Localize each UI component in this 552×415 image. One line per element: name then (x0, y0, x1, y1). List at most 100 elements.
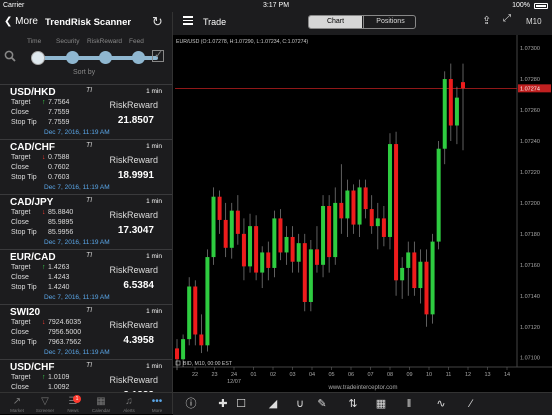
stop-value: 7963.7562 (48, 339, 82, 346)
close-label: Close (11, 384, 29, 391)
candle-body (351, 190, 356, 225)
tab-badge: 1 (73, 395, 81, 403)
chart-feed-label: BID, M10, 00:00 EST (183, 361, 233, 367)
x-tick-label: 04 (309, 372, 315, 378)
target-label: Target (11, 264, 31, 271)
signal-date: Dec 7, 2016, 11:19 AM (44, 239, 110, 246)
candle-body (369, 209, 374, 227)
y-tick-label: 1.07260 (520, 108, 540, 114)
chart-ohlc-header: EUR/USD (O:1.07278, H:1.07290, L:1.07234… (176, 39, 308, 45)
feed-checkbox-icon[interactable] (175, 360, 181, 366)
chart-toolbar: ⓘ ✚ ☐ ◢ ∪ ✎ ⇅ ▦ ‖ ∿ ∕ (173, 392, 552, 415)
price-chart[interactable]: 1.07300 1.07280 1.07260 1.07240 1.07220 1.072… (173, 35, 552, 392)
y-tick-label: 1.07160 (520, 263, 540, 269)
expand-icon[interactable]: ⤢ (503, 13, 511, 24)
period-selector[interactable]: M10 (526, 17, 542, 26)
grid-icon[interactable]: ▦ (373, 396, 389, 412)
crop-icon[interactable]: ☐ (233, 396, 249, 412)
tab-label: More (151, 408, 163, 413)
candle-body (272, 218, 277, 268)
signal-item[interactable]: USD/HKD TI 1 min Target ↑ 7.7564 Close 7.7559 St… (0, 84, 172, 139)
signal-date: Dec 7, 2016, 11:19 AM (44, 129, 110, 136)
y-tick-label: 1.07140 (520, 294, 540, 300)
candle-body (375, 218, 380, 227)
refresh-icon[interactable]: ↻ (152, 14, 163, 30)
candle-body (333, 202, 338, 258)
signal-timeframe: 1 min (146, 143, 162, 150)
signal-item[interactable]: CAD/JPY TI 1 min Target ↓ 85.8840 Close 85.9895… (0, 194, 172, 249)
x-tick-label: 05 (328, 372, 334, 378)
columns-icon[interactable]: ‖ (401, 396, 417, 412)
x-tick-label: 06 (348, 372, 354, 378)
stop-label: Stop Tip (11, 119, 37, 126)
x-tick-label: 01 (250, 372, 256, 378)
sort-icon[interactable]: ⇅ (345, 396, 361, 412)
pencil-icon[interactable]: ✎ (314, 396, 330, 412)
stop-value: 85.9956 (48, 229, 74, 236)
tab-calendar[interactable]: ▦ Calendar (87, 395, 115, 414)
chart-icon: ↗ (12, 396, 22, 407)
tab-market[interactable]: ↗ Market (3, 395, 31, 414)
sort-knob-riskreward[interactable] (99, 51, 112, 64)
watermark: www.tradeinterceptor.com (327, 385, 397, 391)
y-tick-label: 1.07120 (520, 325, 540, 331)
calendar-icon: ▦ (96, 396, 106, 407)
signal-timeframe: 1 min (146, 363, 162, 370)
x-tick-label: 07 (367, 372, 373, 378)
sort-option-riskreward[interactable]: RiskReward (87, 38, 122, 45)
segment-chart[interactable]: Chart (309, 16, 362, 28)
signal-date: Dec 7, 2016, 11:19 AM (44, 184, 110, 191)
candle-body (314, 249, 319, 265)
x-tick-label: 14 (504, 372, 510, 378)
candle-body (394, 144, 399, 281)
candle-body (229, 210, 234, 248)
back-button[interactable]: ❮ More (4, 16, 38, 27)
candlestick-chart[interactable]: 1.07300 1.07280 1.07260 1.07240 1.07220 1.072… (173, 35, 552, 392)
tab-label: Screener (35, 408, 55, 413)
menu-icon[interactable] (183, 16, 193, 25)
sort-knob-feed[interactable] (132, 51, 145, 64)
candle-body (199, 334, 204, 346)
x-tick-label: 12 (465, 372, 471, 378)
info-icon[interactable]: ⓘ (183, 396, 199, 412)
area-chart-icon[interactable]: ◢ (265, 396, 281, 412)
target-value: 85.8840 (48, 209, 74, 216)
sort-knob-security[interactable] (66, 51, 79, 64)
signal-item[interactable]: CAD/CHF TI 1 min Target ↓ 0.7588 Close 0.7602 St… (0, 139, 172, 194)
candle-body (217, 196, 222, 220)
signal-item[interactable]: SWI20 TI 1 min Target ↓ 7924.6035 Close 7956.50… (0, 304, 172, 359)
checkbox-icon[interactable] (152, 48, 164, 62)
target-label: Target (11, 154, 31, 161)
candle-body (193, 286, 198, 335)
sort-knob-time[interactable] (31, 51, 45, 65)
stop-value: 7.7559 (48, 119, 70, 126)
candle-body (363, 187, 368, 210)
sort-option-feed[interactable]: Feed (129, 38, 144, 45)
crosshair-icon[interactable]: ✚ (215, 396, 231, 412)
candle-body (454, 97, 459, 126)
tab-news[interactable]: ☰News1 (59, 395, 87, 414)
signal-symbol: CAD/JPY (10, 197, 54, 208)
signal-timeframe: 1 min (146, 198, 162, 205)
signal-item[interactable]: EUR/CAD TI 1 min Target ↑ 1.4263 Close 1.4243 St… (0, 249, 172, 304)
magnet-icon[interactable]: ∪ (292, 396, 308, 412)
candle-body (248, 226, 253, 267)
indicator-icon[interactable]: ∿ (433, 396, 449, 412)
target-value: 7.7564 (48, 99, 70, 106)
search-icon[interactable] (4, 50, 16, 62)
sort-option-security[interactable]: Security (56, 38, 79, 45)
signal-symbol: USD/CHF (10, 362, 55, 373)
close-label: Close (11, 274, 29, 281)
riskreward-value: 21.8507 (117, 115, 154, 126)
tab-more[interactable]: ••• More (143, 395, 171, 414)
sort-option-time[interactable]: Time (27, 38, 41, 45)
segment-positions[interactable]: Positions (363, 16, 415, 28)
battery-percent: 100% (512, 2, 530, 9)
share-icon[interactable]: ⇪ (482, 14, 491, 27)
link-icon[interactable]: ∕ (463, 396, 479, 412)
tab-alerts[interactable]: ♫ Alerts (115, 395, 143, 414)
riskreward-value: 18.9991 (117, 170, 154, 181)
signal-list: USD/HKD TI 1 min Target ↑ 7.7564 Close 7.7559 St… (0, 84, 172, 414)
tab-screener[interactable]: ▽ Screener (31, 395, 59, 414)
y-tick-label: 1.07100 (520, 356, 540, 362)
